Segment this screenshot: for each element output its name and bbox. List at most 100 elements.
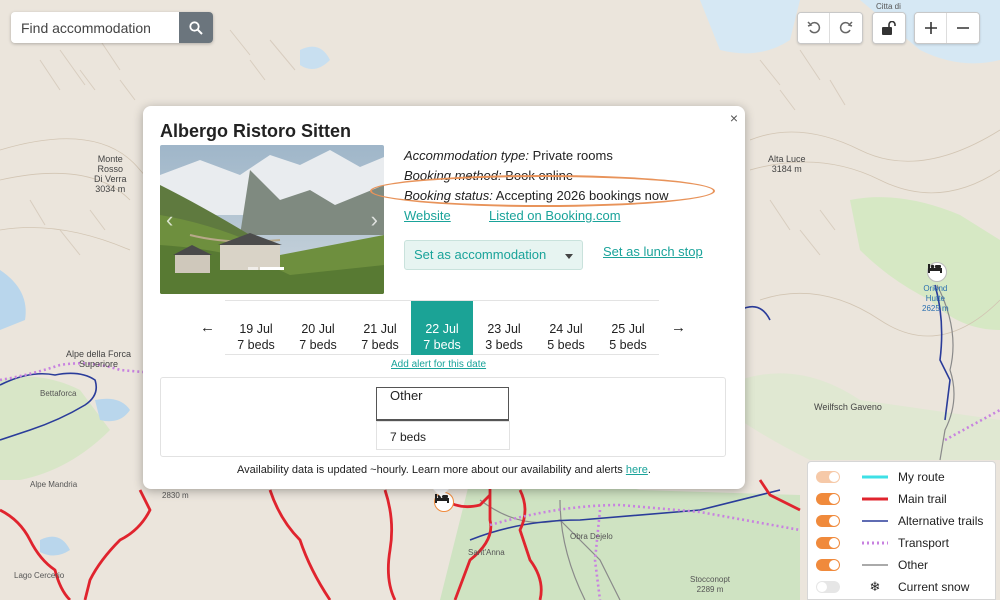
map-label-weilfsch: Weilfsch Gaveno	[814, 402, 882, 412]
map-label-citta: Citta di	[876, 2, 901, 11]
date-cell[interactable]: 25 Jul 5 beds	[597, 301, 659, 355]
beds-label: 7 beds	[299, 338, 337, 352]
photo-next-icon[interactable]: ›	[371, 207, 378, 233]
website-link[interactable]: Website	[404, 208, 451, 223]
legend-label: Transport	[898, 536, 949, 550]
legend-row-main-trail: Main trail	[816, 491, 991, 507]
booking-com-link[interactable]: Listed on Booking.com	[489, 208, 621, 223]
lock-button[interactable]	[873, 13, 905, 43]
footer-text: Availability data is updated ~hourly. Le…	[237, 464, 626, 476]
unlock-icon	[882, 21, 896, 35]
legend-toggle[interactable]	[816, 493, 840, 505]
accommodation-search	[11, 12, 213, 43]
legend-row-my-route: My route	[816, 469, 991, 485]
legend-toggle[interactable]	[816, 471, 840, 483]
main-trail-swatch	[862, 497, 888, 501]
map-label-2830: 2830 m	[162, 491, 189, 500]
beds-label: 3 beds	[485, 338, 523, 352]
legend-toggle[interactable]	[816, 581, 840, 593]
accommodation-type-value: Private rooms	[532, 148, 613, 163]
redo-icon	[839, 21, 853, 34]
transport-swatch	[862, 541, 888, 545]
room-beds-cell: 7 beds	[376, 421, 510, 450]
beds-label: 7 beds	[237, 338, 275, 352]
legend-row-alternative-trails: Alternative trails	[816, 513, 991, 529]
other-swatch	[862, 564, 888, 566]
availability-date-strip: 19 Jul 7 beds 20 Jul 7 beds 21 Jul 7 beds 2…	[225, 300, 659, 355]
map-label-alta-luce: Alta Luce 3184 m	[768, 154, 806, 174]
map-label-obra: Obra Dejelo	[570, 532, 613, 541]
date-cell[interactable]: 20 Jul 7 beds	[287, 301, 349, 355]
legend-row-current-snow: ❄ Current snow	[816, 579, 991, 595]
room-availability-box: Other 7 beds	[160, 377, 726, 457]
date-label: 24 Jul	[549, 322, 583, 336]
beds-label: 7 beds	[423, 338, 461, 352]
date-cell[interactable]: 23 Jul 3 beds	[473, 301, 535, 355]
zoom-controls	[914, 12, 980, 44]
next-dates-button[interactable]: →	[671, 319, 686, 336]
prev-dates-button[interactable]: ←	[200, 319, 215, 336]
legend-label: Main trail	[898, 492, 947, 506]
legend-toggle[interactable]	[816, 559, 840, 571]
map-label-monte-rosso: Monte Rosso Di Verra 3034 m	[94, 154, 127, 194]
alternative-trails-swatch	[862, 520, 888, 522]
search-icon	[189, 20, 203, 35]
map-label-alpe-forca: Alpe della Forca Superiore	[66, 349, 132, 369]
date-cell-selected[interactable]: 22 Jul 7 beds	[411, 301, 473, 355]
set-lunch-stop-link[interactable]: Set as lunch stop	[603, 244, 703, 259]
date-label: 20 Jul	[301, 322, 335, 336]
date-label: 19 Jul	[239, 322, 273, 336]
legend-row-other: Other	[816, 557, 991, 573]
legend-toggle[interactable]	[816, 537, 840, 549]
minus-icon	[957, 27, 969, 29]
date-cell[interactable]: 21 Jul 7 beds	[349, 301, 411, 355]
snowflake-icon: ❄	[869, 579, 881, 594]
legend-label: Other	[898, 558, 929, 572]
legend-toggle[interactable]	[816, 515, 840, 527]
photo-prev-icon[interactable]: ‹	[166, 207, 173, 233]
accommodation-type-label: Accommodation type:	[404, 148, 530, 163]
plus-icon	[924, 22, 937, 34]
undo-icon	[806, 21, 820, 34]
availability-footer-note: Availability data is updated ~hourly. Le…	[143, 464, 745, 476]
accommodation-popup: × Albergo Ristoro Sitten ‹ › Accommodati…	[143, 106, 745, 489]
chevron-down-icon	[565, 254, 573, 259]
map-label-sant-anna: Sant'Anna	[468, 548, 505, 557]
accommodation-photo-carousel[interactable]: ‹ ›	[160, 145, 384, 294]
search-button[interactable]	[179, 12, 213, 43]
beds-label: 7 beds	[361, 338, 399, 352]
set-as-accommodation-dropdown[interactable]: Set as accommodation	[404, 240, 583, 270]
status-highlight-ellipse	[370, 175, 715, 207]
date-label: 25 Jul	[611, 322, 645, 336]
legend-label: My route	[898, 470, 945, 484]
zoom-in-button[interactable]	[915, 13, 947, 43]
map-legend: My route Main trail Alternative trails T…	[807, 461, 996, 600]
date-label: 21 Jul	[363, 322, 397, 336]
legend-label: Alternative trails	[898, 514, 984, 528]
lock-control	[872, 12, 906, 44]
footer-end: .	[647, 464, 651, 476]
date-cell[interactable]: 19 Jul 7 beds	[225, 301, 287, 355]
undo-button[interactable]	[798, 13, 830, 43]
legend-label: Current snow	[898, 580, 970, 594]
beds-label: 5 beds	[609, 338, 647, 352]
add-alert-link[interactable]: Add alert for this date	[391, 359, 486, 370]
redo-button[interactable]	[830, 13, 862, 43]
search-input[interactable]	[11, 12, 179, 43]
close-button[interactable]: ×	[730, 110, 738, 126]
footer-here-link[interactable]: here	[626, 464, 648, 476]
hut-marker-orionda[interactable]	[927, 262, 947, 282]
accommodation-type: Accommodation type: Private rooms	[404, 148, 613, 163]
history-controls	[797, 12, 863, 44]
my-route-swatch	[862, 475, 888, 479]
zoom-out-button[interactable]	[947, 13, 979, 43]
map-label-bettaforca: Bettaforca	[40, 389, 77, 398]
popup-pointer	[432, 488, 450, 497]
date-label: 23 Jul	[487, 322, 521, 336]
map-label-lago-cercerio: Lago Cercerio	[14, 571, 65, 580]
beds-label: 5 beds	[547, 338, 585, 352]
date-cell[interactable]: 24 Jul 5 beds	[535, 301, 597, 355]
date-label: 22 Jul	[425, 322, 459, 336]
accommodation-photo	[160, 145, 384, 294]
legend-row-transport: Transport	[816, 535, 991, 551]
